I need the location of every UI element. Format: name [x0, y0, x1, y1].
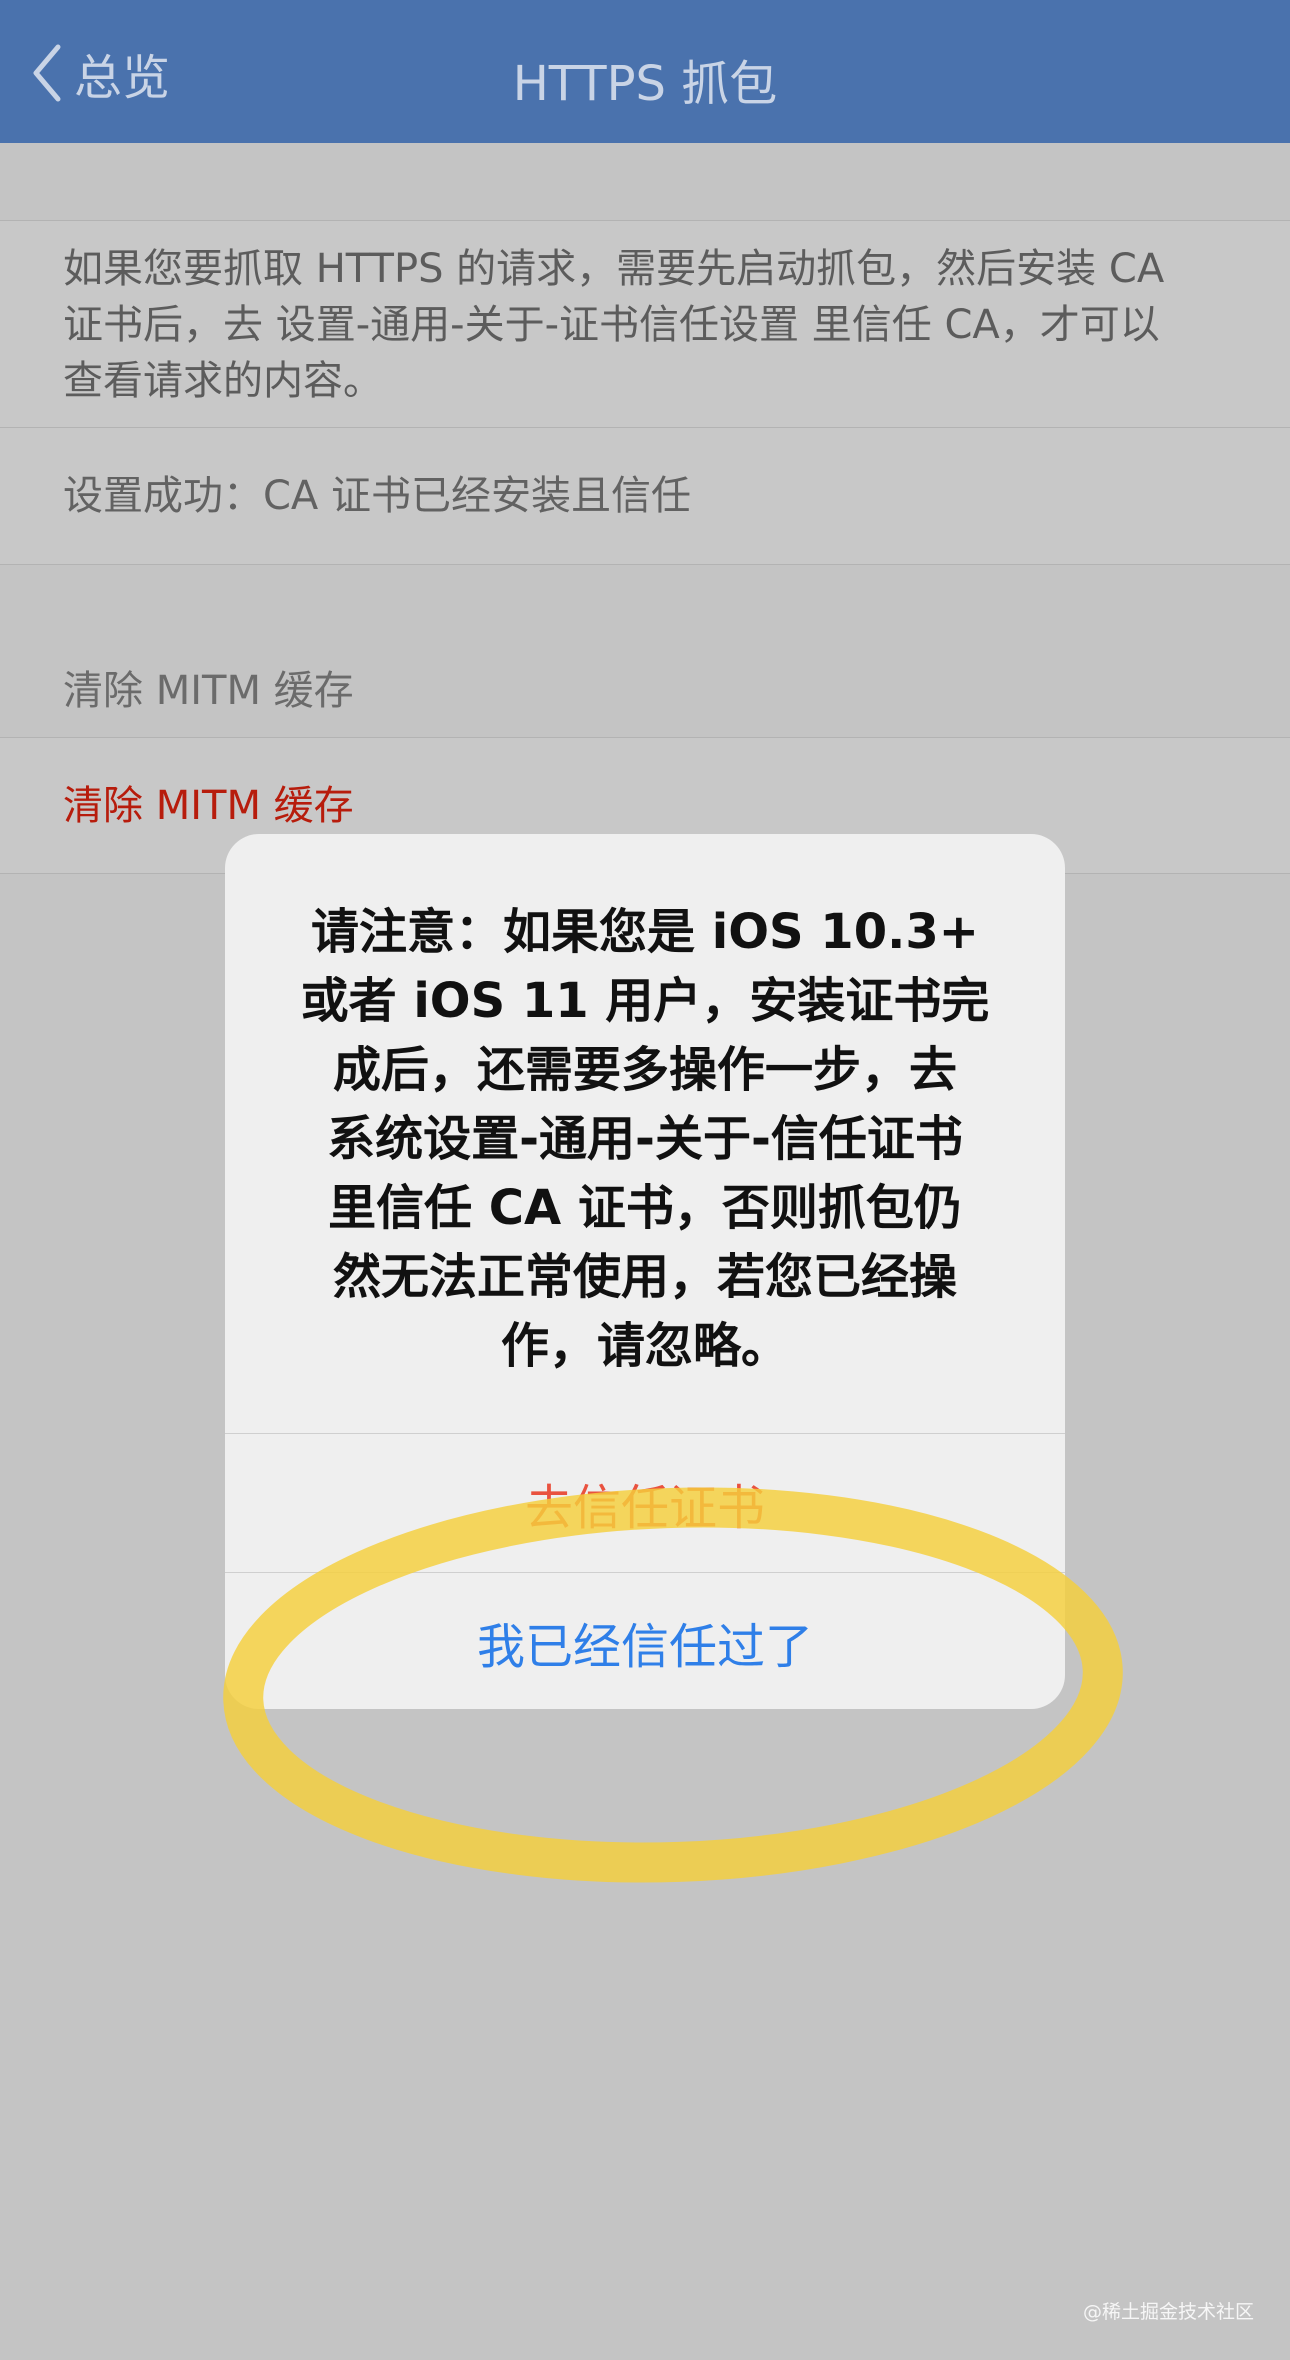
- alert-message-line: 成后，还需要多操作一步，去: [332, 1042, 957, 1098]
- watermark: @稀土掘金技术社区: [1082, 2301, 1254, 2323]
- alert-message-line: 或者 iOS 11 用户，安装证书完: [300, 973, 990, 1029]
- mitm-section-header: 清除 MITM 缓存: [63, 668, 354, 714]
- status-cell: 设置成功：CA 证书已经安装且信任: [0, 428, 1290, 565]
- status-text: 设置成功：CA 证书已经安装且信任: [63, 473, 692, 519]
- description-line: 查看请求的内容。: [63, 358, 383, 404]
- clear-mitm-cache-label: 清除 MITM 缓存: [63, 783, 354, 829]
- description-line: 如果您要抓取 HTTPS 的请求，需要先启动抓包，然后安装 CA: [63, 246, 1165, 292]
- alert-message: 请注意：如果您是 iOS 10.3+ 或者 iOS 11 用户，安装证书完 成后…: [265, 898, 1025, 1381]
- alert-message-line: 作，请忽略。: [500, 1318, 789, 1374]
- description-line: 证书后，去 设置-通用-关于-证书信任设置 里信任 CA，才可以: [63, 302, 1160, 348]
- page-title: HTTPS 抓包: [512, 56, 778, 112]
- already-trusted-button[interactable]: 我已经信任过了: [225, 1573, 1065, 1709]
- alert-message-line: 然无法正常使用，若您已经操: [332, 1249, 957, 1305]
- navigation-bar: 总览 HTTPS 抓包: [0, 0, 1290, 143]
- alert-message-line: 系统设置-通用-关于-信任证书: [327, 1111, 963, 1167]
- alert-dialog: 请注意：如果您是 iOS 10.3+ 或者 iOS 11 用户，安装证书完 成后…: [225, 834, 1065, 1709]
- description-text: 如果您要抓取 HTTPS 的请求，需要先启动抓包，然后安装 CA 证书后，去 设…: [63, 241, 1233, 409]
- alert-message-line: 里信任 CA 证书，否则抓包仍: [328, 1180, 962, 1236]
- alert-message-line: 请注意：如果您是 iOS 10.3+: [311, 904, 979, 960]
- trust-certificate-button[interactable]: 去信任证书: [225, 1434, 1065, 1572]
- description-cell: 如果您要抓取 HTTPS 的请求，需要先启动抓包，然后安装 CA 证书后，去 设…: [0, 220, 1290, 428]
